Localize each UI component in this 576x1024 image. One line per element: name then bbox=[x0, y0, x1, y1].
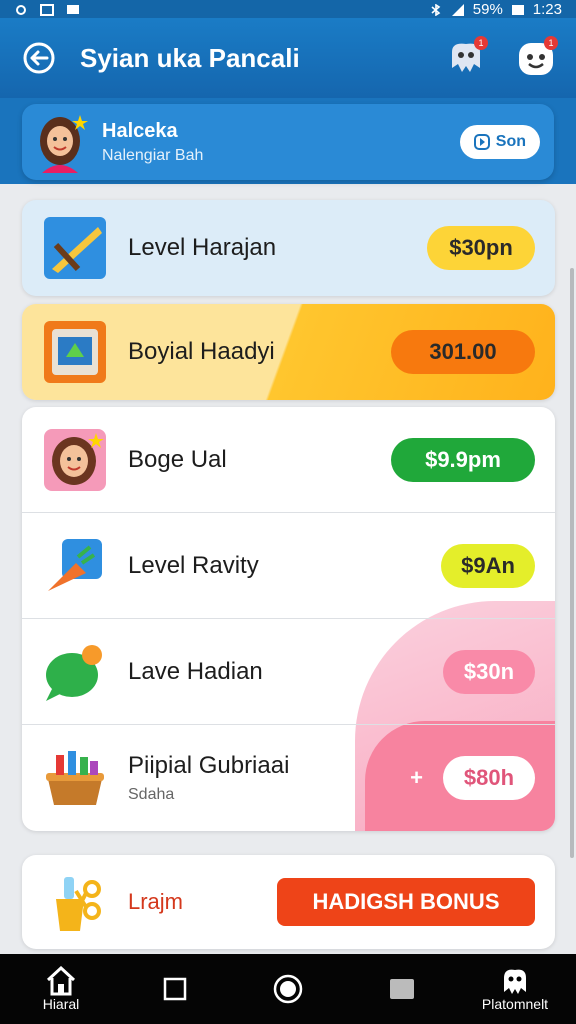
list-item[interactable]: Boge Ual $9.9pm bbox=[22, 407, 555, 513]
signal-icon bbox=[451, 3, 465, 16]
item-list: Boge Ual $9.9pm Level Ravity $9An Lave H… bbox=[22, 407, 555, 831]
gift-basket-icon bbox=[42, 745, 108, 811]
recent-icon bbox=[389, 979, 414, 999]
nav-square[interactable] bbox=[132, 976, 218, 1002]
item-label: Boge Ual bbox=[128, 445, 227, 473]
profile-action-button[interactable]: Son bbox=[459, 125, 540, 159]
profile-mascot-button[interactable]: 1 bbox=[516, 36, 558, 78]
profile-card[interactable]: Halceka Nalengiar Bah Son bbox=[22, 104, 554, 180]
settings-status-icon bbox=[14, 3, 28, 15]
battery-percent: 59% bbox=[472, 0, 503, 18]
list-item[interactable]: Lave Hadian $30n bbox=[22, 619, 555, 725]
home-icon bbox=[46, 966, 76, 996]
app-header: Syian uka Pancali 1 1 bbox=[0, 18, 576, 98]
mascot-notifications-button[interactable]: 1 bbox=[446, 36, 488, 78]
nav-home-button[interactable] bbox=[245, 973, 331, 1005]
avatar bbox=[40, 115, 88, 173]
list-item[interactable]: Boyial Haadyi 301.00 bbox=[22, 304, 555, 400]
notification-badge: 1 bbox=[474, 36, 488, 50]
list-item[interactable]: Level Ravity $9An bbox=[22, 513, 555, 619]
item-label: Level Ravity bbox=[128, 551, 259, 579]
status-bar: 59% 1:23 bbox=[0, 0, 576, 18]
nav-recent[interactable] bbox=[359, 977, 445, 1001]
price-button[interactable]: $9An bbox=[441, 543, 535, 588]
book-icon bbox=[42, 319, 108, 385]
item-label: Piipial Gubriaai bbox=[128, 752, 290, 779]
bonus-button[interactable]: HADIGSH BONUS bbox=[277, 878, 535, 926]
item-label: Level Harajan bbox=[128, 234, 277, 261]
price-button[interactable]: $9.9pm bbox=[391, 437, 535, 482]
battery-icon bbox=[511, 3, 525, 15]
play-icon bbox=[473, 134, 490, 150]
message-status-icon bbox=[66, 3, 80, 15]
price-button[interactable]: 301.00 bbox=[391, 330, 535, 374]
image-status-icon bbox=[40, 3, 54, 16]
bonus-label: Lrajm bbox=[128, 889, 184, 914]
circle-icon bbox=[273, 974, 303, 1004]
sword-icon bbox=[42, 215, 108, 281]
nav-mascot-label: Platomnelt bbox=[481, 996, 549, 1012]
profile-name: Halceka bbox=[102, 119, 178, 142]
notification-badge: 1 bbox=[544, 36, 558, 50]
square-icon bbox=[163, 977, 186, 1001]
bluetooth-icon bbox=[429, 3, 443, 17]
back-button[interactable] bbox=[20, 39, 58, 77]
list-item[interactable]: Level Harajan $30pn bbox=[22, 200, 555, 296]
profile-subtitle: Nalengiar Bah bbox=[102, 146, 204, 164]
tools-cup-icon bbox=[42, 869, 108, 935]
clock: 1:23 bbox=[532, 0, 562, 18]
nav-mascot[interactable]: Platomnelt bbox=[472, 966, 558, 1012]
back-arrow-icon bbox=[23, 42, 55, 74]
page-title: Syian uka Pancali bbox=[80, 42, 300, 73]
bottom-navigation: Hiaral Platomnelt bbox=[0, 954, 576, 1024]
price-button[interactable]: $30n bbox=[443, 649, 535, 694]
carrot-cup-icon bbox=[42, 533, 108, 599]
item-sublabel: Sdaha bbox=[128, 786, 175, 803]
scrollbar[interactable] bbox=[570, 268, 574, 858]
chat-bubble-icon bbox=[42, 639, 108, 705]
item-label: Boyial Haadyi bbox=[128, 338, 275, 365]
nav-home-label: Hiaral bbox=[42, 996, 80, 1012]
price-button[interactable]: $80h bbox=[443, 756, 535, 800]
girl-avatar-icon bbox=[42, 427, 108, 493]
mascot-icon bbox=[504, 969, 526, 994]
profile-action-label: Son bbox=[495, 133, 526, 150]
bonus-card: Lrajm HADIGSH BONUS bbox=[22, 855, 555, 949]
list-item[interactable]: Piipial Gubriaai Sdaha + $80h bbox=[22, 725, 555, 831]
plus-prefix: + bbox=[410, 765, 423, 790]
nav-home[interactable]: Hiaral bbox=[18, 966, 104, 1012]
price-button[interactable]: $30pn bbox=[427, 226, 535, 270]
item-label: Lave Hadian bbox=[128, 657, 263, 685]
